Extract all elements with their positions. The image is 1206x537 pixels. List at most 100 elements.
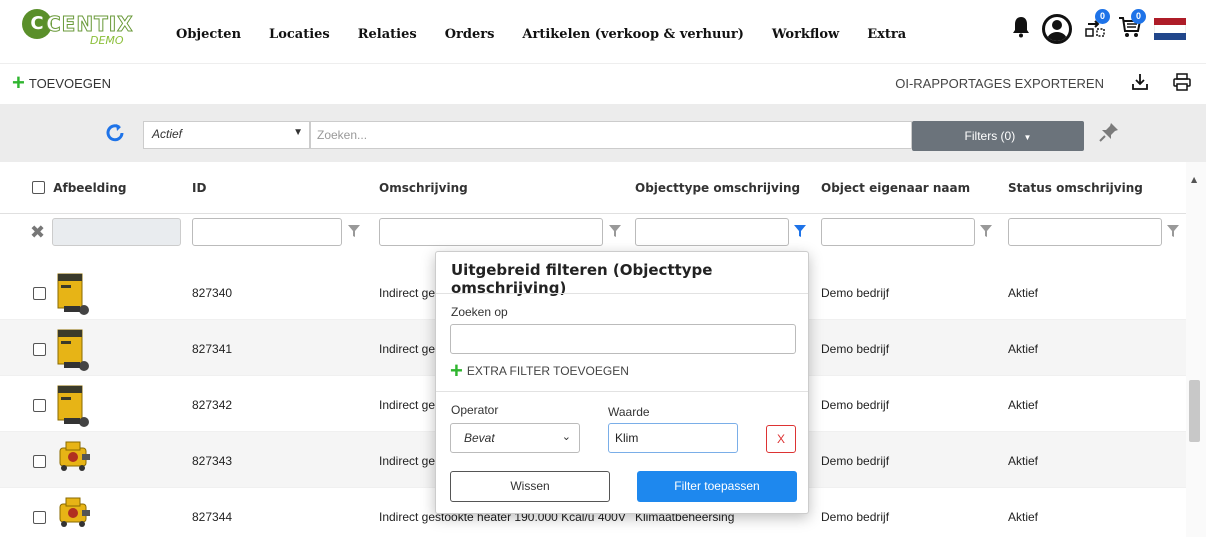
column-header-omschrijving[interactable]: Omschrijving	[379, 181, 468, 195]
filter-input-status[interactable]	[1008, 218, 1162, 246]
status-select[interactable]: Actief ▼	[143, 121, 310, 149]
cell-eigenaar: Demo bedrijf	[821, 342, 890, 356]
nav-item-locaties[interactable]: Locaties	[269, 27, 330, 42]
filters-button[interactable]: Filters (0) ▼	[912, 121, 1084, 151]
nav-item-relaties[interactable]: Relaties	[358, 27, 417, 42]
nav-item-objecten[interactable]: Objecten	[176, 27, 241, 42]
chevron-down-icon: ⌄	[561, 431, 571, 443]
funnel-icon[interactable]	[1167, 225, 1179, 237]
divider	[436, 391, 808, 392]
transfer-badge: 0	[1095, 9, 1110, 24]
header-icons: 0 0	[1000, 9, 1186, 44]
column-label: Afbeelding	[53, 181, 127, 195]
cell-id: 827341	[192, 342, 233, 356]
plus-icon: +	[450, 358, 463, 383]
filter-input-eigenaar[interactable]	[821, 218, 975, 246]
cell-status: Aktief	[1008, 510, 1039, 524]
scroll-up-arrow-icon[interactable]: ▲	[1191, 175, 1197, 184]
advanced-filter-popup: Uitgebreid filteren (Objecttype omschrij…	[435, 251, 809, 514]
cell-status: Aktief	[1008, 286, 1039, 300]
dryer-icon	[57, 385, 89, 427]
filter-input-id[interactable]	[192, 218, 342, 246]
dutch-flag-icon[interactable]	[1154, 18, 1186, 40]
vertical-scrollbar[interactable]	[1186, 162, 1206, 537]
remove-condition-button[interactable]: X	[766, 425, 796, 453]
transfer-icon[interactable]: 0	[1084, 9, 1110, 43]
bell-icon[interactable]	[1012, 16, 1030, 42]
cell-omschrijving: Indirect ges	[379, 342, 442, 356]
add-extra-filter-button[interactable]: + EXTRA FILTER TOEVOEGEN	[450, 358, 629, 383]
operator-select[interactable]: Bevat ⌄	[450, 423, 580, 453]
add-button[interactable]: + TOEVOEGEN	[12, 70, 111, 95]
refresh-icon[interactable]	[104, 122, 126, 144]
heater-icon	[59, 497, 90, 527]
scrollbar-thumb[interactable]	[1189, 380, 1200, 442]
funnel-active-icon[interactable]	[794, 225, 806, 237]
column-header-afbeelding[interactable]: Afbeelding	[32, 181, 127, 195]
row-checkbox[interactable]	[33, 455, 46, 468]
print-icon[interactable]	[1172, 72, 1192, 92]
download-icon[interactable]	[1130, 72, 1150, 92]
column-header-objecttype[interactable]: Objecttype omschrijving	[635, 181, 800, 195]
clear-filters-icon[interactable]: ✖	[30, 224, 45, 242]
cell-eigenaar: Demo bedrijf	[821, 398, 890, 412]
dryer-icon	[57, 329, 89, 371]
cell-id: 827340	[192, 286, 233, 300]
cell-eigenaar: Demo bedrijf	[821, 454, 890, 468]
operator-select-value: Bevat	[464, 431, 495, 445]
select-all-checkbox[interactable]	[32, 181, 45, 194]
row-checkbox[interactable]	[33, 399, 46, 412]
filter-input-omschrijving[interactable]	[379, 218, 603, 246]
row-checkbox[interactable]	[33, 343, 46, 356]
apply-filter-button[interactable]: Filter toepassen	[637, 471, 797, 502]
search-by-label: Zoeken op	[451, 305, 508, 319]
filter-input-objecttype[interactable]	[635, 218, 789, 246]
user-avatar-icon[interactable]	[1042, 14, 1072, 44]
centix-logo[interactable]: C CENTIX DEMO	[22, 9, 142, 49]
nav-item-artikelen[interactable]: Artikelen (verkoop & verhuur)	[522, 27, 743, 42]
dryer-icon	[57, 273, 89, 315]
value-input[interactable]: Klim	[608, 423, 738, 453]
export-reports-button[interactable]: OI-RAPPORTAGES EXPORTEREN	[895, 76, 1104, 91]
table-header: Afbeelding ID Omschrijving Objecttype om…	[0, 162, 1186, 214]
nav-item-orders[interactable]: Orders	[445, 27, 495, 42]
funnel-icon[interactable]	[980, 225, 992, 237]
search-input[interactable]: Zoeken...	[310, 121, 912, 149]
cell-id: 827342	[192, 398, 233, 412]
popup-title: Uitgebreid filteren (Objecttype omschrij…	[451, 261, 713, 297]
filter-input-afbeelding	[52, 218, 181, 246]
action-toolbar: + TOEVOEGEN OI-RAPPORTAGES EXPORTEREN	[0, 64, 1206, 104]
cell-omschrijving: Indirect ges	[379, 398, 442, 412]
row-checkbox[interactable]	[33, 287, 46, 300]
status-select-value: Actief	[152, 127, 183, 141]
main-nav: Objecten Locaties Relaties Orders Artike…	[176, 27, 934, 42]
cell-omschrijving: Indirect ges	[379, 286, 442, 300]
cart-badge: 0	[1131, 9, 1146, 24]
add-extra-filter-label: EXTRA FILTER TOEVOEGEN	[466, 364, 629, 378]
funnel-icon[interactable]	[609, 225, 621, 237]
plus-icon: +	[12, 70, 25, 95]
add-button-label: TOEVOEGEN	[28, 75, 111, 91]
heater-icon	[59, 441, 90, 471]
nav-item-extra[interactable]: Extra	[867, 27, 906, 42]
chevron-down-icon: ▼	[293, 127, 303, 138]
cart-icon[interactable]: 0	[1118, 9, 1146, 43]
search-by-input[interactable]	[450, 324, 796, 354]
column-header-eigenaar[interactable]: Object eigenaar naam	[821, 181, 970, 195]
cell-eigenaar: Demo bedrijf	[821, 510, 890, 524]
filters-button-label: Filters (0)	[964, 129, 1016, 143]
cell-status: Aktief	[1008, 398, 1039, 412]
funnel-icon[interactable]	[348, 225, 360, 237]
nav-item-workflow[interactable]: Workflow	[772, 27, 839, 42]
row-checkbox[interactable]	[33, 511, 46, 524]
caret-down-icon: ▼	[1023, 133, 1032, 142]
cell-omschrijving: Indirect ges	[379, 454, 442, 468]
divider	[436, 293, 808, 294]
operator-label: Operator	[451, 403, 499, 417]
pin-icon[interactable]	[1098, 121, 1120, 143]
column-header-id[interactable]: ID	[192, 181, 206, 195]
filter-bar: Actief ▼ Zoeken... Filters (0) ▼	[0, 104, 1206, 162]
clear-button[interactable]: Wissen	[450, 471, 610, 502]
logo-demo-label: DEMO	[90, 34, 124, 47]
column-header-status[interactable]: Status omschrijving	[1008, 181, 1143, 195]
